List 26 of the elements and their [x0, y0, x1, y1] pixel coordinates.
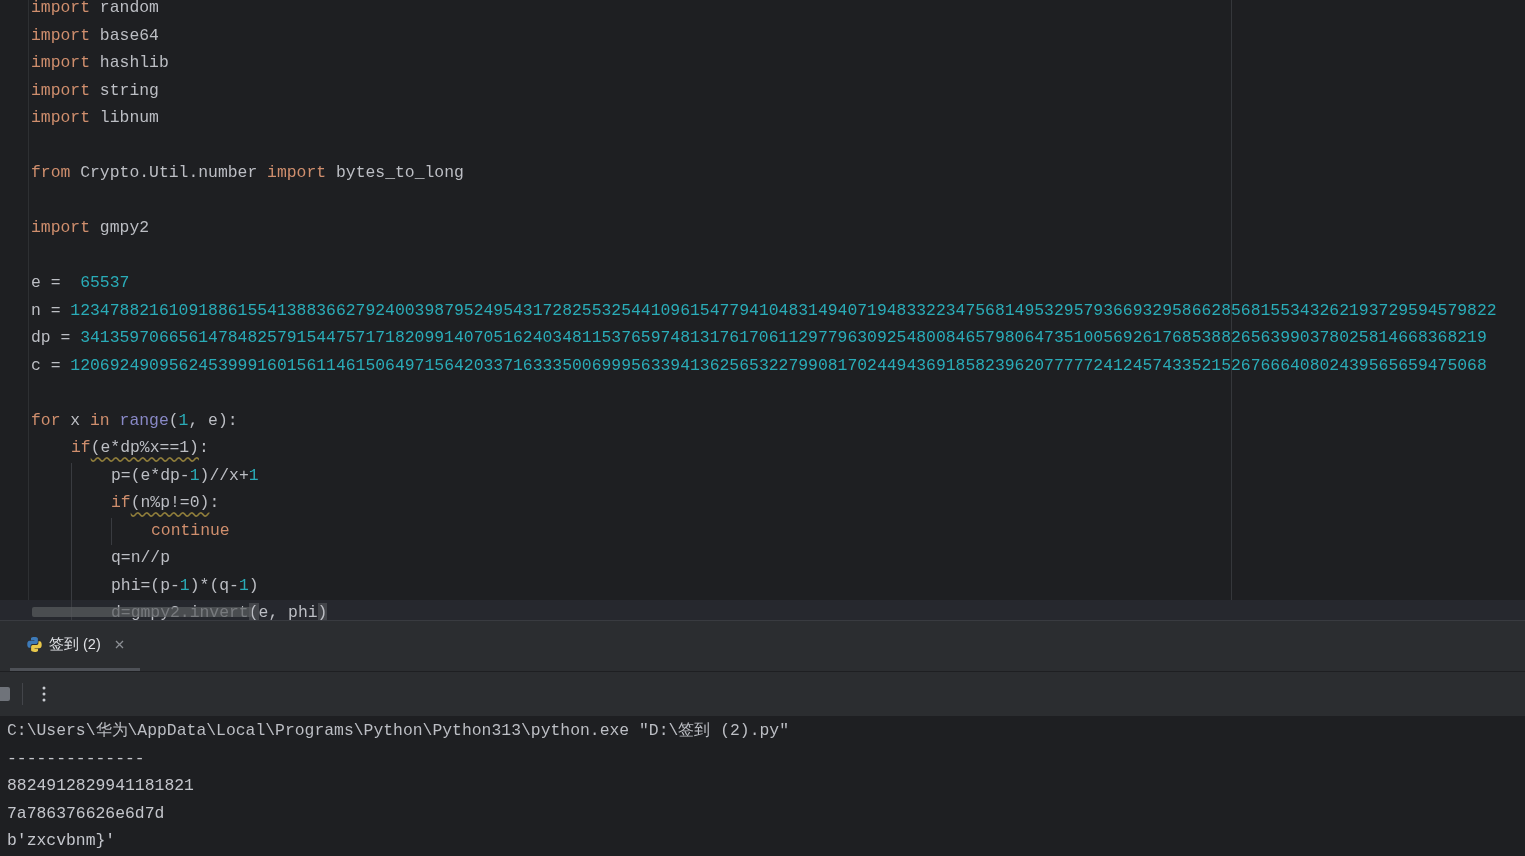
more-options-icon[interactable] — [42, 686, 46, 702]
code-line: if(e*dp%x==1): — [71, 437, 209, 460]
code-line: import base64 — [31, 24, 159, 47]
code-line: for x in range(1, e): — [31, 409, 238, 432]
code-line: q=n//p — [111, 547, 171, 570]
command-line: C:\Users\华为\AppData\Local\Programs\Python\Python313\python.exe "D:\签到 (2).py" — [7, 720, 790, 743]
code-line: if(n%p!=0): — [111, 492, 220, 515]
code-line: import string — [31, 79, 159, 102]
output-line: b'zxcvbnm}' — [7, 830, 116, 853]
close-icon[interactable] — [114, 640, 124, 649]
code-line: e = 65537 — [31, 272, 130, 295]
code-line: import gmpy2 — [31, 217, 150, 240]
code-line: c = 120692490956245399916015611461506497156420337163335006999563394136256532279908170244943691858239620777772412457433521526766640802439565659475068 — [31, 354, 1487, 377]
output-line: -------------- — [7, 747, 145, 770]
code-line: phi=(p-1)*(q-1) — [111, 574, 259, 597]
code-line: import random — [31, 0, 159, 20]
output-line: 8824912829941181821 — [7, 775, 194, 798]
code-line: import libnum — [31, 107, 159, 130]
code-line: continue — [151, 519, 230, 542]
output-line: 7a786376626e6d7d — [7, 802, 165, 825]
code-line: from Crypto.Util.number import bytes_to_long — [31, 162, 464, 185]
code-line: n = 1234788216109188615541388366279240039879524954317282553254410961547794104831494071948332234756814953295793669329586628568155343262193729594579822 — [31, 299, 1497, 322]
code-line: import hashlib — [31, 52, 169, 75]
code-line: dp = 34135970665614784825791544757171820991407051624034811537659748131761706112977963092548008465798064735100569261768538826563990378025814668368219 — [31, 327, 1487, 350]
python-icon — [26, 636, 43, 653]
code-line: p=(e*dp-1)//x+1 — [111, 464, 259, 487]
